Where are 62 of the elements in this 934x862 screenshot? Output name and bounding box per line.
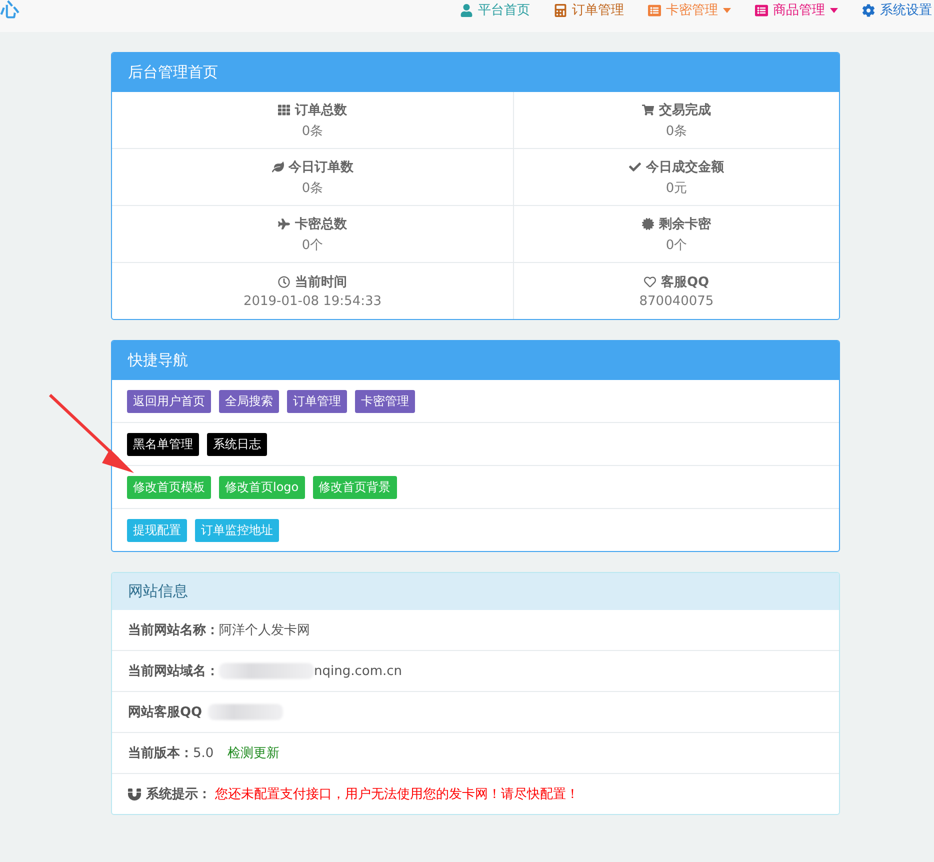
stat-value: 0个 [302,236,324,254]
user-icon [460,4,473,16]
stat-label: 订单总数 [278,100,347,118]
stat-value: 0条 [666,122,688,140]
nav-button[interactable]: 修改首页logo [219,476,305,498]
nav-button[interactable]: 黑名单管理 [127,432,199,456]
settings-icon [862,4,875,16]
info-label: 网站客服QQ [128,704,202,721]
info-label: 当前网站域名： [128,663,219,680]
stat-label: 交易完成 [642,100,711,118]
info-label: 当前网站名称： [128,622,219,639]
info-value: 5.0 [193,746,214,760]
info-label: 当前版本： [128,745,193,762]
nav-button[interactable]: 返回用户首页 [127,390,211,412]
nav-link[interactable]: 商品管理 [755,1,838,19]
list-icon [648,4,661,16]
stat-value: 0元 [666,180,688,196]
nav-button[interactable]: 提现配置 [127,518,187,542]
calculator-icon [554,4,567,16]
caret-icon [830,8,838,12]
leaf-icon [272,160,284,172]
nav-link[interactable]: 订单管理 [554,1,624,19]
brand-title: 心 [0,0,19,22]
nav-button[interactable]: 修改首页模板 [127,476,211,498]
check-icon [629,160,641,172]
nav-link[interactable]: 卡密管理 [648,1,731,19]
stat-label: 剩余卡密 [642,214,711,232]
list-icon [755,4,768,16]
update-link[interactable]: 检测更新 [228,744,280,762]
info-value: 阿洋个人发卡网 [219,622,310,639]
clock-icon [278,276,290,288]
info-label: 系统提示： [128,785,211,803]
stat-value: 2019-01-08 19:54:33 [243,294,382,309]
cart-icon [642,104,654,116]
grid-icon [278,104,290,116]
stat-value: 0条 [302,122,324,140]
stat-label: 客服QQ [644,273,710,291]
nav-button[interactable]: 卡密管理 [355,390,415,412]
plane-icon [278,218,290,230]
info-value: nqing.com.cn [314,664,402,678]
badge-icon [642,218,654,230]
nav-button[interactable]: 修改首页背景 [312,476,397,498]
panel-header: 快捷导航 [112,341,839,380]
nav-button[interactable]: 订单监控地址 [195,518,279,542]
magnet-icon [128,788,141,800]
stat-label: 卡密总数 [278,214,347,232]
stat-label: 当前时间 [278,273,347,291]
stat-label: 今日订单数 [272,158,354,176]
nav-link[interactable]: 系统设置 [862,1,932,19]
stat-value: 870040075 [639,294,714,309]
heart-icon [644,276,656,288]
stat-value: 0个 [666,236,688,254]
panel-header: 网站信息 [112,573,839,610]
nav-button[interactable]: 订单管理 [287,390,347,412]
caret-icon [723,8,731,12]
stat-value: 0条 [302,180,324,196]
panel-header: 后台管理首页 [112,53,839,92]
nav-button[interactable]: 全局搜索 [219,390,279,412]
nav-link[interactable]: 平台首页 [460,1,530,19]
stat-label: 今日成交金额 [629,158,724,176]
notice-text: 您还未配置支付接口，用户无法使用您的发卡网！请尽快配置！ [215,786,579,803]
nav-button[interactable]: 系统日志 [207,432,267,456]
